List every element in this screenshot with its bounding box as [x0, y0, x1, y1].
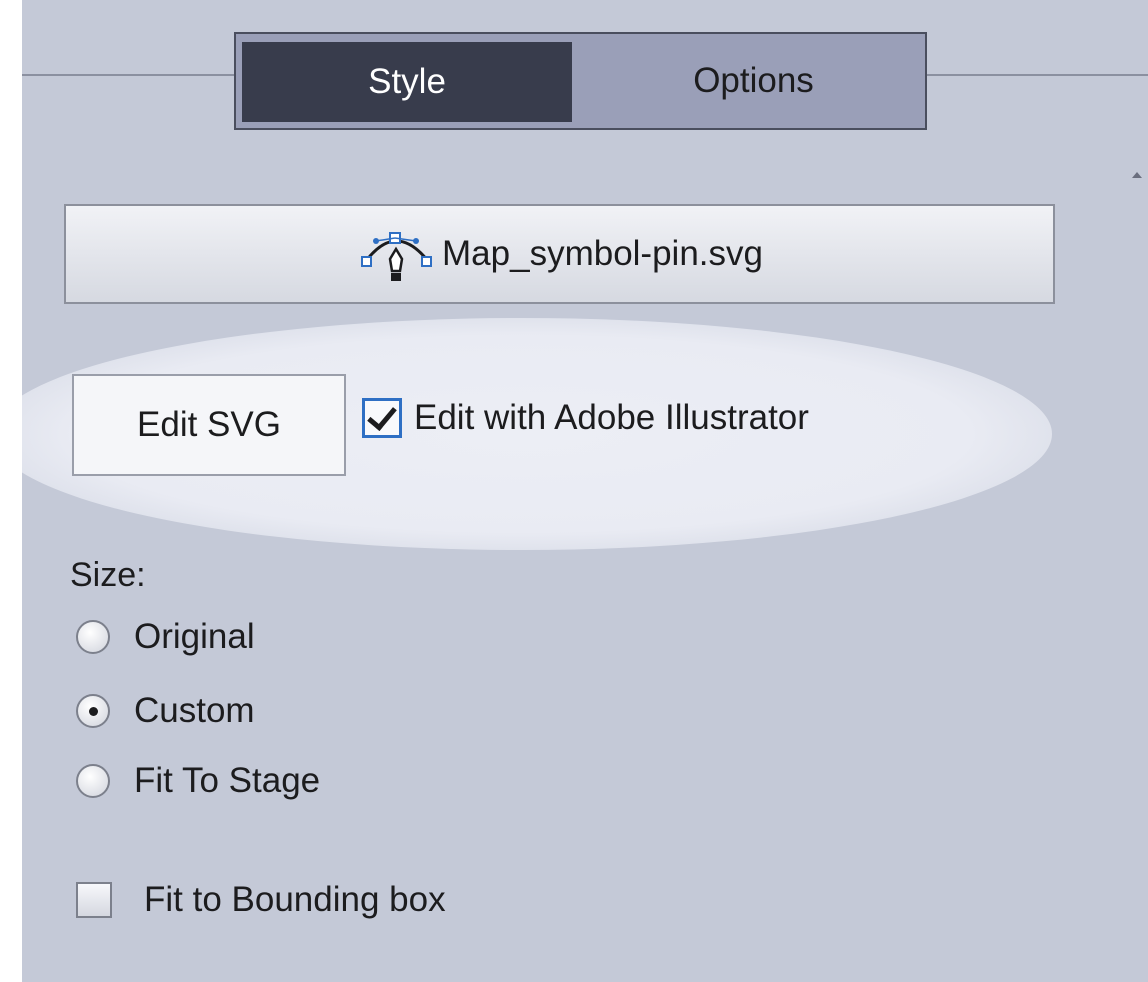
pen-curve-icon: [361, 232, 433, 281]
edit-svg-button[interactable]: Edit SVG: [72, 374, 346, 476]
scroll-up-arrow-icon[interactable]: [1132, 172, 1142, 178]
size-option-custom[interactable]: Custom: [76, 686, 255, 736]
size-option-label: Fit To Stage: [134, 761, 321, 800]
size-option-original[interactable]: Original: [76, 612, 255, 662]
svg-file-name: Map_symbol-pin.svg: [442, 234, 763, 273]
edit-with-illustrator-option[interactable]: Edit with Adobe Illustrator: [362, 392, 809, 444]
tab-bar: Style Options: [234, 32, 927, 130]
size-option-fit-to-stage[interactable]: Fit To Stage: [76, 756, 320, 806]
fit-to-bounding-box-checkbox[interactable]: [76, 882, 112, 918]
tab-style[interactable]: Style: [242, 42, 572, 122]
radio-custom[interactable]: [76, 694, 110, 728]
edit-with-illustrator-checkbox[interactable]: [362, 398, 402, 438]
size-label: Size:: [70, 556, 146, 594]
tab-divider-left: [22, 74, 234, 76]
radio-original[interactable]: [76, 620, 110, 654]
tab-options[interactable]: Options: [582, 34, 925, 128]
edit-with-illustrator-label: Edit with Adobe Illustrator: [414, 398, 809, 437]
svg-file-button[interactable]: Map_symbol-pin.svg: [64, 204, 1055, 304]
fit-to-bounding-box-label: Fit to Bounding box: [144, 880, 446, 919]
fit-to-bounding-box-option[interactable]: Fit to Bounding box: [76, 874, 446, 926]
size-option-label: Custom: [134, 691, 255, 730]
tab-divider-right: [927, 74, 1148, 76]
radio-fit-to-stage[interactable]: [76, 764, 110, 798]
size-option-label: Original: [134, 617, 255, 656]
properties-panel: Style Options Map_symbol-pin.svg Edit SV…: [22, 0, 1148, 982]
